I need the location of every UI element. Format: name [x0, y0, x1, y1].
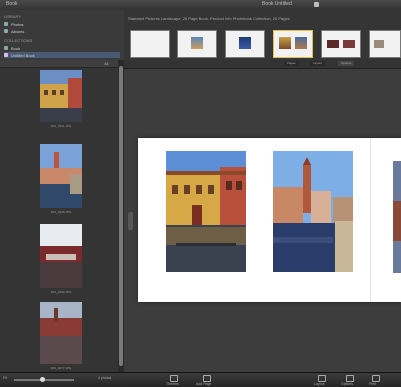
photo-placeholder [191, 37, 203, 49]
spread-photo-right[interactable] [273, 151, 353, 272]
add-page-icon[interactable] [203, 375, 211, 382]
photo-placeholder [374, 40, 384, 48]
options-icon[interactable] [346, 375, 354, 382]
photo-caption: IMG_0231.JPG [50, 124, 72, 128]
library-heading: LIBRARY [4, 14, 22, 19]
page-thumb[interactable]: 2-3 [225, 30, 265, 63]
book-canvas: Pages Layout Options [124, 60, 401, 372]
tab-pages[interactable]: Pages [284, 61, 299, 66]
photo-item[interactable]: IMG_0277.JPG [40, 302, 82, 370]
photo-caption: IMG_0262.JPG [50, 290, 72, 294]
print-icon[interactable] [372, 375, 380, 382]
photo-placeholder [343, 40, 355, 48]
sidebar-item-photos[interactable]: Photos [4, 21, 120, 27]
sidebar-item-albums[interactable]: Albums [4, 28, 120, 34]
photo-caption: IMG_0277.JPG [50, 366, 72, 370]
lock-icon[interactable] [314, 2, 319, 7]
book-icon [4, 53, 8, 57]
photo-item[interactable]: IMG_0231.JPG [40, 70, 82, 128]
page-thumb-selected[interactable]: 4-5 [273, 30, 313, 63]
layout-icon[interactable] [318, 375, 326, 382]
layout-button[interactable]: Layout [314, 382, 325, 386]
albums-icon [4, 29, 8, 33]
photo-placeholder [295, 37, 307, 49]
page-thumb[interactable]: 8-9 [369, 30, 401, 63]
sidebar-item-label: Untitled Book [11, 52, 35, 58]
options-button[interactable]: Options [341, 382, 353, 386]
book-description: Standard Pictures Landscape, 20 Page Boo… [128, 16, 290, 21]
scrollbar-thumb[interactable] [119, 66, 123, 366]
page-thumb[interactable]: 6-7 [321, 30, 361, 63]
photo-image [273, 151, 353, 272]
filter-label[interactable]: All [104, 61, 108, 66]
spread-photo-next[interactable] [393, 161, 401, 273]
photo-browser-toolbar: All [0, 60, 118, 68]
photo-item[interactable]: IMG_0245.JPG [40, 144, 82, 214]
photo-item[interactable]: IMG_0262.JPG [40, 224, 82, 294]
page-thumbnail-strip: Standard Pictures Landscape, 20 Page Boo… [124, 10, 401, 63]
book-icon [4, 46, 8, 50]
photos-icon [4, 22, 8, 26]
themes-button[interactable]: Themes [166, 382, 179, 386]
zoom-slider[interactable] [14, 377, 74, 382]
photo-placeholder [279, 37, 291, 49]
tab-options[interactable]: Options [338, 61, 355, 66]
print-button[interactable]: Print [369, 382, 376, 386]
photo-image [393, 161, 401, 273]
photo-placeholder [239, 37, 251, 49]
window-title: Book Untitled [262, 1, 292, 7]
canvas-toolbar: Pages Layout Options [124, 60, 401, 69]
page-fold [370, 138, 371, 302]
add-page-button[interactable]: Add Page [196, 382, 211, 386]
collections-heading: COLLECTIONS [4, 38, 33, 43]
menu-label[interactable]: Book [6, 1, 17, 7]
sidebar-item-untitled-book[interactable]: Untitled Book [4, 52, 120, 58]
photo-image [166, 151, 246, 272]
zoom-slider-knob[interactable] [40, 377, 45, 382]
tab-layout[interactable]: Layout [310, 61, 326, 66]
sidebar-item-label: Albums [11, 28, 25, 34]
photo-thumbnail [40, 70, 82, 122]
photo-thumbnail [40, 224, 82, 288]
sidebar-item-label: Photos [11, 21, 24, 27]
zoom-label: Fit [3, 376, 7, 380]
photo-thumbnail [40, 144, 82, 208]
photo-count: 4 photos [98, 376, 112, 380]
themes-icon[interactable] [170, 375, 178, 382]
sidebar-item-label: Book [11, 45, 21, 51]
spread-photo-left[interactable] [166, 151, 246, 272]
sidebar-item-book[interactable]: Book [4, 45, 120, 51]
status-bar: Fit 4 photos Themes Add Page Layout Opti… [0, 372, 401, 387]
photo-caption: IMG_0245.JPG [50, 210, 72, 214]
photo-placeholder [327, 40, 339, 48]
photo-thumbnail [40, 302, 82, 364]
page-thumb-cover[interactable]: Cover [130, 30, 170, 63]
page-thumb[interactable]: 1 [177, 30, 217, 63]
page-nav-handle[interactable] [128, 212, 133, 230]
source-list: LIBRARY Photos Albums COLLECTIONS Book U… [0, 10, 125, 60]
book-spread [138, 138, 401, 302]
photo-browser: All IMG_0231.JPG IMG_0245.JPG IMG_0262.J… [0, 60, 119, 372]
